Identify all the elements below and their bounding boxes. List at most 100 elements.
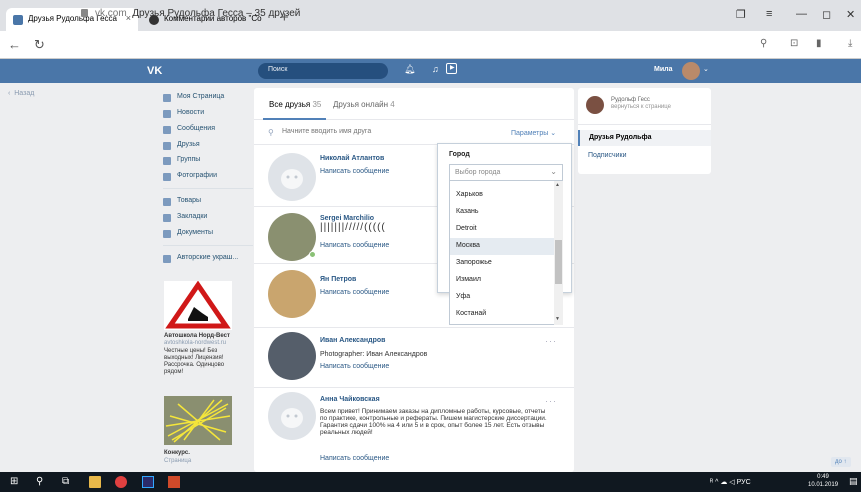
friend-search-input[interactable]	[282, 128, 482, 135]
side-tab-label: Друзья Рудольфа	[589, 134, 652, 141]
search-icon: ⚲	[268, 128, 274, 137]
header-search-input[interactable]: Поиск	[258, 63, 388, 79]
back-arrow-icon[interactable]: ←	[8, 37, 21, 52]
download-icon[interactable]: ⤓	[848, 38, 852, 49]
messages-icon	[163, 126, 171, 134]
system-tray[interactable]: ᴿ ^ ☁ ◁ РУС	[710, 478, 751, 486]
task-view-icon[interactable]: ⧉	[62, 476, 74, 488]
windows-start-icon[interactable]: ⊞	[10, 476, 22, 488]
ad-url[interactable]: avtoshkola-nordwest.ru	[164, 340, 226, 346]
write-message-link[interactable]: Написать сообщение	[320, 168, 389, 175]
nav-divider	[163, 188, 253, 189]
city-placeholder: Выбор города	[455, 169, 501, 176]
nav-label: Товары	[177, 197, 202, 204]
city-option[interactable]: Уфа	[450, 289, 554, 306]
powerpoint-icon[interactable]	[168, 476, 180, 488]
city-option[interactable]: Detroit	[450, 221, 554, 238]
friend-avatar-placeholder[interactable]	[268, 153, 316, 201]
search-engine-icon[interactable]: ⚲	[760, 38, 767, 49]
more-actions-icon[interactable]: ···	[545, 396, 557, 406]
friend-name[interactable]: Николай Атлантов	[320, 155, 384, 162]
maximize-icon[interactable]: ◻	[822, 8, 831, 21]
photoshop-icon[interactable]	[142, 476, 154, 488]
menu-icon[interactable]: ≡	[766, 8, 772, 20]
vk-favicon-icon	[13, 15, 23, 25]
warning-sign-icon	[165, 280, 231, 329]
scrollbar-thumb[interactable]	[555, 240, 562, 284]
side-tab-friends[interactable]: Друзья Рудольфа	[578, 130, 711, 146]
play-icon[interactable]: ▶	[446, 63, 457, 74]
ad-title[interactable]: Автошкола Норд-Вест	[164, 333, 236, 339]
nav-label: Документы	[177, 229, 214, 236]
file-explorer-icon[interactable]	[89, 476, 101, 488]
close-window-icon[interactable]: ✕	[846, 8, 855, 21]
scroll-down-icon[interactable]: ▼	[555, 316, 560, 322]
nav-label: Авторские украш...	[177, 254, 239, 261]
friend-avatar-placeholder[interactable]	[268, 392, 316, 440]
tabs-icon[interactable]: ❐	[736, 8, 746, 21]
back-label: Назад	[14, 90, 35, 97]
city-label: Город	[449, 151, 470, 158]
url-title: Друзья Рудольфа Гесса – 35 друзей	[132, 8, 301, 19]
search-icon[interactable]: ⚲	[36, 476, 48, 488]
write-message-link[interactable]: Написать сообщение	[320, 363, 389, 370]
date: 10.01.2019	[808, 482, 839, 488]
profile-name[interactable]: Рудольф Гесс	[611, 97, 650, 103]
notifications-icon[interactable]: ▤	[849, 476, 858, 487]
more-actions-icon[interactable]: ···	[545, 336, 557, 346]
dog-icon	[281, 169, 303, 189]
city-option[interactable]: Измаил	[450, 272, 554, 289]
write-message-link[interactable]: Написать сообщение	[320, 242, 389, 249]
online-indicator	[309, 251, 316, 258]
translate-icon[interactable]: ⊡	[790, 38, 798, 49]
group-icon	[163, 255, 171, 263]
write-message-link[interactable]: Написать сообщение	[320, 289, 389, 296]
city-option[interactable]: Запорожье	[450, 255, 554, 272]
music-icon[interactable]: ♫	[432, 64, 439, 74]
home-icon	[163, 94, 171, 102]
friend-name[interactable]: Анна Чайковская	[320, 396, 380, 403]
vk-logo[interactable]: VK	[147, 65, 169, 77]
reload-icon[interactable]: ↻	[34, 37, 45, 53]
params-label: Параметры	[511, 130, 549, 137]
tab-count: 35	[312, 100, 322, 109]
scroll-to-top-button[interactable]: до ↑	[831, 457, 851, 467]
tab-online-friends[interactable]: Друзья онлайн 4	[333, 100, 395, 109]
bell-icon[interactable]: 🔔︎	[404, 64, 415, 75]
profile-avatar[interactable]	[586, 96, 604, 114]
ad-title[interactable]: Конкурс.	[164, 450, 190, 456]
scroll-up-icon[interactable]: ▲	[555, 182, 560, 188]
minimize-icon[interactable]: —	[796, 8, 807, 20]
yandex-browser-icon[interactable]	[115, 476, 127, 488]
friend-status: Photographer: Иван Александров	[320, 351, 428, 358]
city-option[interactable]: Харьков	[450, 187, 554, 204]
vk-header: VK	[0, 59, 861, 83]
tab-all-friends[interactable]: Все друзья 35	[269, 100, 321, 109]
parameters-toggle[interactable]: Параметры ⌄	[511, 129, 556, 137]
chevron-down-icon: ⌄	[550, 167, 557, 176]
friend-avatar[interactable]	[268, 270, 316, 318]
back-link[interactable]: ‹ Назад	[8, 90, 34, 97]
name-scribble: |||||||/////(((((	[320, 222, 386, 233]
active-tab-underline	[263, 118, 326, 120]
url-field[interactable]: vk.com Друзья Рудольфа Гесса – 35 друзей	[81, 8, 300, 19]
ad-image-sticks[interactable]	[164, 396, 232, 445]
city-select[interactable]: Выбор города ⌄	[449, 164, 563, 181]
write-message-link[interactable]: Написать сообщение	[320, 455, 389, 462]
chevron-down-icon[interactable]: ⌄	[703, 65, 709, 73]
user-name[interactable]: Мила	[654, 66, 672, 73]
return-to-page-link[interactable]: вернуться к странице	[611, 104, 671, 110]
nav-label: Новости	[177, 109, 205, 116]
ad-image-road-sign[interactable]	[164, 280, 232, 330]
friend-name[interactable]: Sergei Marchilio	[320, 215, 374, 222]
bookmark-icon[interactable]: ▮	[816, 38, 822, 49]
city-option[interactable]: Казань	[450, 204, 554, 221]
side-tab-subscribers[interactable]: Подписчики	[588, 152, 627, 159]
friend-name[interactable]: Ян Петров	[320, 276, 356, 283]
city-option[interactable]: Костанай	[450, 306, 554, 323]
city-option-highlighted[interactable]: Москва	[450, 238, 554, 255]
friend-avatar[interactable]	[268, 332, 316, 380]
clock[interactable]: 0:49 10.01.2019	[808, 473, 838, 489]
user-avatar[interactable]	[682, 62, 700, 80]
friend-name[interactable]: Иван Александров	[320, 337, 385, 344]
